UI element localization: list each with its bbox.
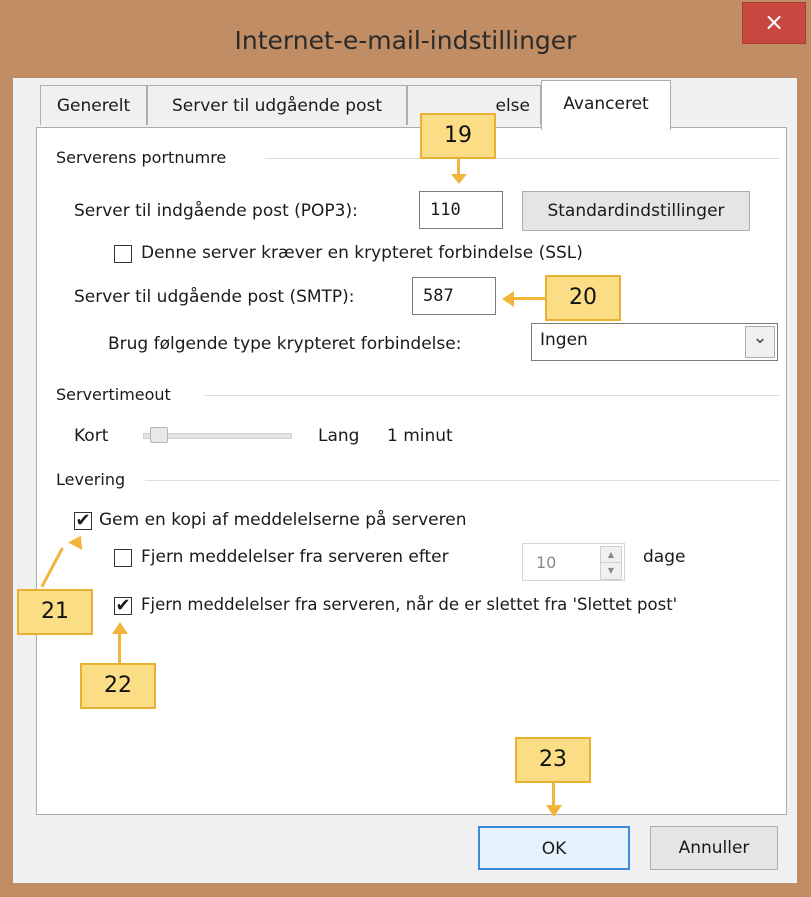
timeout-value: 1 minut — [387, 426, 453, 446]
remove-after-checkbox[interactable] — [114, 549, 132, 567]
cancel-button[interactable]: Annuller — [650, 826, 778, 870]
timeout-slider-thumb[interactable] — [150, 427, 168, 443]
remove-deleted-checkbox[interactable]: ✔ — [114, 597, 132, 615]
ssl-checkbox[interactable] — [114, 245, 132, 263]
callout-23: 23 — [515, 737, 591, 783]
arrow-left-icon — [512, 297, 545, 300]
outgoing-port-label: Server til udgående post (SMTP): — [74, 287, 355, 307]
callout-19: 19 — [420, 113, 496, 159]
days-value: 10 — [536, 553, 557, 572]
arrow-head-icon — [502, 291, 514, 307]
group-divider — [265, 158, 780, 159]
window-title: Internet-e-mail-indstillinger — [234, 26, 577, 55]
arrow-down-icon — [552, 783, 555, 807]
spin-down-icon[interactable]: ▼ — [600, 562, 622, 580]
callout-20: 20 — [545, 275, 621, 321]
delivery-group-label: Levering — [56, 470, 134, 489]
encryption-label: Brug følgende type krypteret forbindelse… — [108, 334, 462, 354]
encryption-value: Ingen — [540, 330, 588, 350]
ports-group-label: Serverens portnumre — [56, 148, 235, 167]
timeout-short-label: Kort — [74, 426, 109, 446]
arrow-head-icon — [451, 174, 467, 184]
encryption-dropdown[interactable]: Ingen ⌄ — [531, 323, 778, 361]
close-button[interactable]: × — [742, 2, 806, 44]
incoming-port-label: Server til indgående post (POP3): — [74, 201, 358, 221]
group-divider — [205, 395, 780, 396]
chevron-down-icon[interactable]: ⌄ — [745, 326, 775, 358]
callout-21: 21 — [17, 589, 93, 635]
tab-advanced[interactable]: Avanceret — [541, 80, 671, 130]
tab-connection-label: else — [495, 96, 531, 116]
tab-outgoing-server[interactable]: Server til udgående post — [147, 85, 407, 125]
incoming-port-input[interactable]: 110 — [419, 191, 503, 229]
group-divider — [145, 480, 780, 481]
callout-22: 22 — [80, 663, 156, 709]
ok-button[interactable]: OK — [478, 826, 630, 870]
keep-copy-checkbox[interactable]: ✔ — [74, 512, 92, 530]
outgoing-port-input[interactable]: 587 — [412, 277, 496, 315]
timeout-group-label: Servertimeout — [56, 385, 179, 404]
keep-copy-label: Gem en kopi af meddelelserne på serveren — [99, 510, 467, 530]
arrow-head-icon — [112, 622, 128, 634]
remove-after-label: Fjern meddelelser fra serveren efter — [141, 547, 449, 567]
remove-deleted-label: Fjern meddelelser fra serveren, når de e… — [141, 595, 678, 614]
ssl-label: Denne server kræver en krypteret forbind… — [141, 243, 583, 263]
tab-general[interactable]: Generelt — [40, 85, 147, 125]
arrow-up-icon — [118, 632, 121, 663]
timeout-long-label: Lang — [318, 426, 360, 446]
days-stepper[interactable]: 10 ▲ ▼ — [522, 543, 625, 581]
defaults-button[interactable]: Standardindstillinger — [522, 191, 750, 231]
days-unit: dage — [643, 547, 686, 567]
arrow-head-icon — [546, 805, 562, 817]
